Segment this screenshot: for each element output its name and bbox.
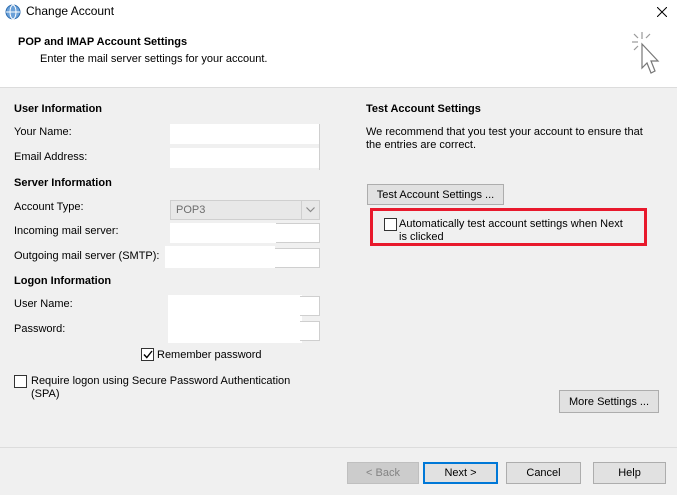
your-name-input[interactable] <box>170 124 320 144</box>
redacted-area <box>168 295 302 343</box>
back-button[interactable]: < Back <box>347 462 419 484</box>
test-settings-desc-line2: the entries are correct. <box>366 139 477 151</box>
dialog-header: POP and IMAP Account Settings Enter the … <box>0 24 677 88</box>
email-input[interactable] <box>170 148 320 168</box>
redacted-area <box>165 246 275 268</box>
spa-label-line2: (SPA) <box>31 388 60 400</box>
close-button[interactable] <box>647 0 677 24</box>
cursor-sparkle-icon <box>632 32 660 74</box>
user-info-heading: User Information <box>14 103 103 115</box>
close-icon <box>657 7 667 17</box>
title-bar: Change Account <box>0 0 677 24</box>
remember-password-checkbox[interactable] <box>141 348 154 361</box>
footer-separator <box>0 447 677 448</box>
header-subtitle: Enter the mail server settings for your … <box>40 53 268 65</box>
auto-test-label-line2: is clicked <box>399 231 444 243</box>
test-account-settings-button[interactable]: Test Account Settings ... <box>367 184 504 205</box>
spa-label: Require logon using Secure Password Auth… <box>31 375 291 387</box>
account-type-label: Account Type: <box>14 201 84 213</box>
next-button[interactable]: Next > <box>423 462 498 484</box>
account-type-value: POP3 <box>176 204 206 216</box>
password-input[interactable] <box>300 321 320 341</box>
auto-test-checkbox[interactable] <box>384 218 397 231</box>
logon-info-heading: Logon Information <box>14 275 112 287</box>
spa-checkbox[interactable] <box>14 375 27 388</box>
auto-test-label: Automatically test account settings when… <box>399 218 623 230</box>
password-label: Password: <box>14 323 66 335</box>
chevron-down-icon <box>301 201 319 219</box>
cancel-button[interactable]: Cancel <box>506 462 581 484</box>
input-border <box>319 124 320 170</box>
checkmark-icon <box>142 350 153 359</box>
incoming-server-label: Incoming mail server: <box>14 225 119 237</box>
outgoing-server-label: Outgoing mail server (SMTP): <box>14 250 160 262</box>
window-title: Change Account <box>26 4 115 18</box>
your-name-label: Your Name: <box>14 126 72 138</box>
redacted-area <box>170 223 276 243</box>
help-button[interactable]: Help <box>593 462 666 484</box>
test-settings-heading: Test Account Settings <box>366 103 481 115</box>
username-label: User Name: <box>14 298 73 310</box>
server-info-heading: Server Information <box>14 177 112 189</box>
username-input-edge[interactable] <box>300 296 320 316</box>
account-type-select[interactable]: POP3 <box>170 200 320 220</box>
remember-password-label: Remember password <box>157 349 262 361</box>
more-settings-button[interactable]: More Settings ... <box>559 390 659 413</box>
header-title: POP and IMAP Account Settings <box>18 36 188 48</box>
email-label: Email Address: <box>14 151 88 163</box>
test-settings-desc: We recommend that you test your account … <box>366 126 643 138</box>
outlook-app-icon <box>5 4 21 20</box>
